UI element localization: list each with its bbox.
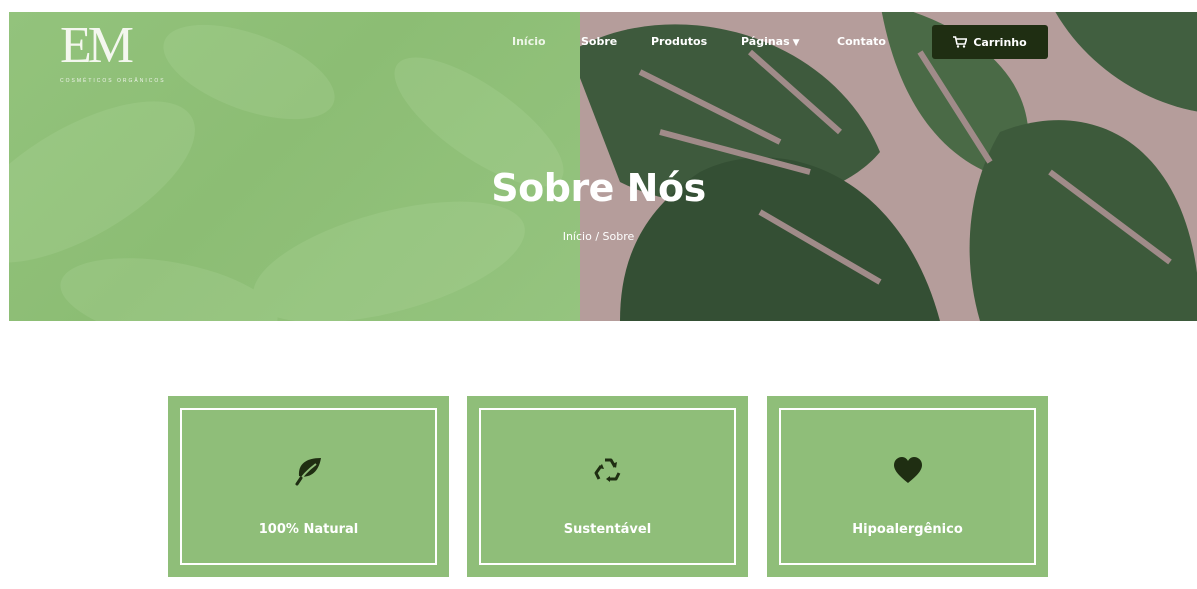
feature-card-border: Sustentável (479, 408, 736, 565)
logo-subtitle: COSMÉTICOS ORGÂNICOS (60, 78, 166, 84)
chevron-down-icon: ▼ (792, 38, 800, 48)
page-title: Sobre Nós (491, 166, 706, 210)
breadcrumb-home-link[interactable]: Início (563, 230, 592, 243)
nav-item-produtos[interactable]: Produtos (651, 35, 707, 48)
heart-icon (893, 457, 922, 483)
feature-card-border: 100% Natural (180, 408, 437, 565)
leaf-icon (295, 458, 321, 486)
feature-card-border: Hipoalergênico (779, 408, 1036, 565)
recycle-icon (594, 458, 620, 482)
nav-item-paginas-label: Páginas (741, 35, 790, 48)
nav-item-inicio[interactable]: Início (512, 35, 546, 48)
breadcrumb: Início / Sobre (0, 230, 1197, 243)
nav-item-paginas[interactable]: Páginas ▼ (741, 35, 800, 48)
feature-card-sustentavel: Sustentável (467, 396, 748, 577)
cart-button[interactable]: Carrinho (932, 25, 1048, 59)
breadcrumb-separator: / (595, 230, 600, 243)
nav-item-sobre[interactable]: Sobre (581, 35, 617, 48)
cart-icon (953, 36, 968, 48)
feature-label: Hipoalergênico (852, 522, 963, 537)
nav-item-contato[interactable]: Contato (837, 35, 886, 48)
cart-label: Carrinho (973, 35, 1027, 49)
feature-label: 100% Natural (258, 522, 359, 537)
feature-card-hipoalergenico: Hipoalergênico (767, 396, 1048, 577)
feature-label: Sustentável (563, 522, 652, 537)
brand-logo[interactable]: EM COSMÉTICOS ORGÂNICOS (60, 18, 180, 92)
feature-card-natural: 100% Natural (168, 396, 449, 577)
breadcrumb-current: Sobre (602, 230, 635, 243)
logo-mark: EM (60, 17, 134, 74)
